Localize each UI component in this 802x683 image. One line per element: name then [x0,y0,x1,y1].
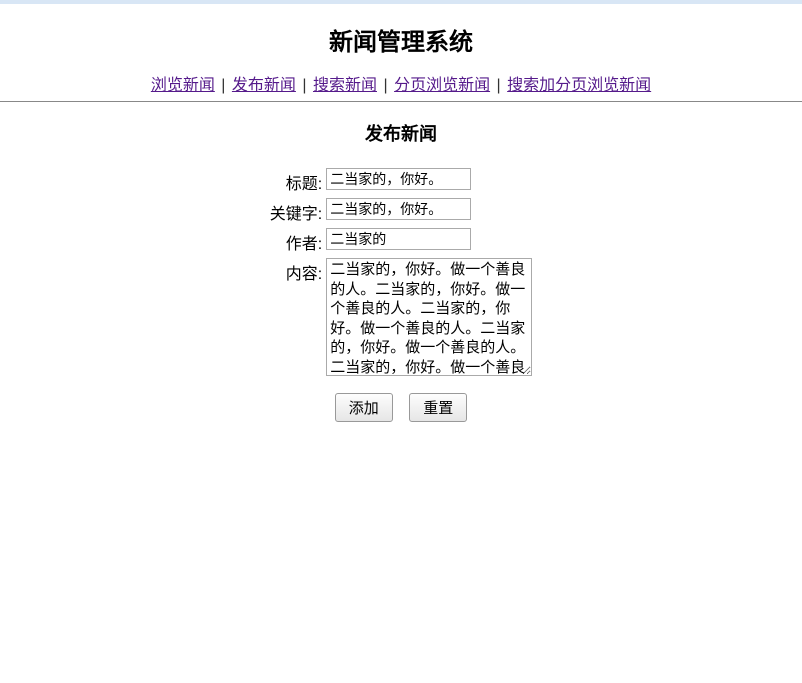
nav-link-search-paged-browse[interactable]: 搜索加分页浏览新闻 [507,77,651,94]
nav-link-paged-browse[interactable]: 分页浏览新闻 [394,77,490,94]
system-title: 新闻管理系统 [0,22,802,57]
nav-separator: | [302,77,306,94]
content-textarea[interactable]: 二当家的，你好。做一个善良的人。二当家的，你好。做一个善良的人。二当家的，你好。… [326,258,532,376]
nav-link-search[interactable]: 搜索新闻 [313,77,377,94]
submit-button[interactable]: 添加 [335,393,393,422]
form-title: 发布新闻 [0,120,802,146]
nav-separator: | [497,77,501,94]
divider [0,101,802,102]
nav-link-browse[interactable]: 浏览新闻 [151,77,215,94]
button-row: 添加 重置 [270,393,532,422]
nav-link-publish[interactable]: 发布新闻 [232,77,296,94]
publish-form: 标题: 关键字: 作者: 内容: 二当家的，你好。做一个善良的人。二当家的，你好… [270,164,532,385]
label-content: 内容: [270,258,326,381]
top-bar [0,0,802,4]
keywords-input[interactable] [326,198,471,220]
author-input[interactable] [326,228,471,250]
nav-separator: | [221,77,225,94]
label-keywords: 关键字: [270,198,326,224]
label-author: 作者: [270,228,326,254]
title-input[interactable] [326,168,471,190]
nav-separator: | [383,77,387,94]
nav-bar: 浏览新闻 | 发布新闻 | 搜索新闻 | 分页浏览新闻 | 搜索加分页浏览新闻 [0,71,802,95]
label-title: 标题: [270,168,326,194]
reset-button[interactable]: 重置 [409,393,467,422]
